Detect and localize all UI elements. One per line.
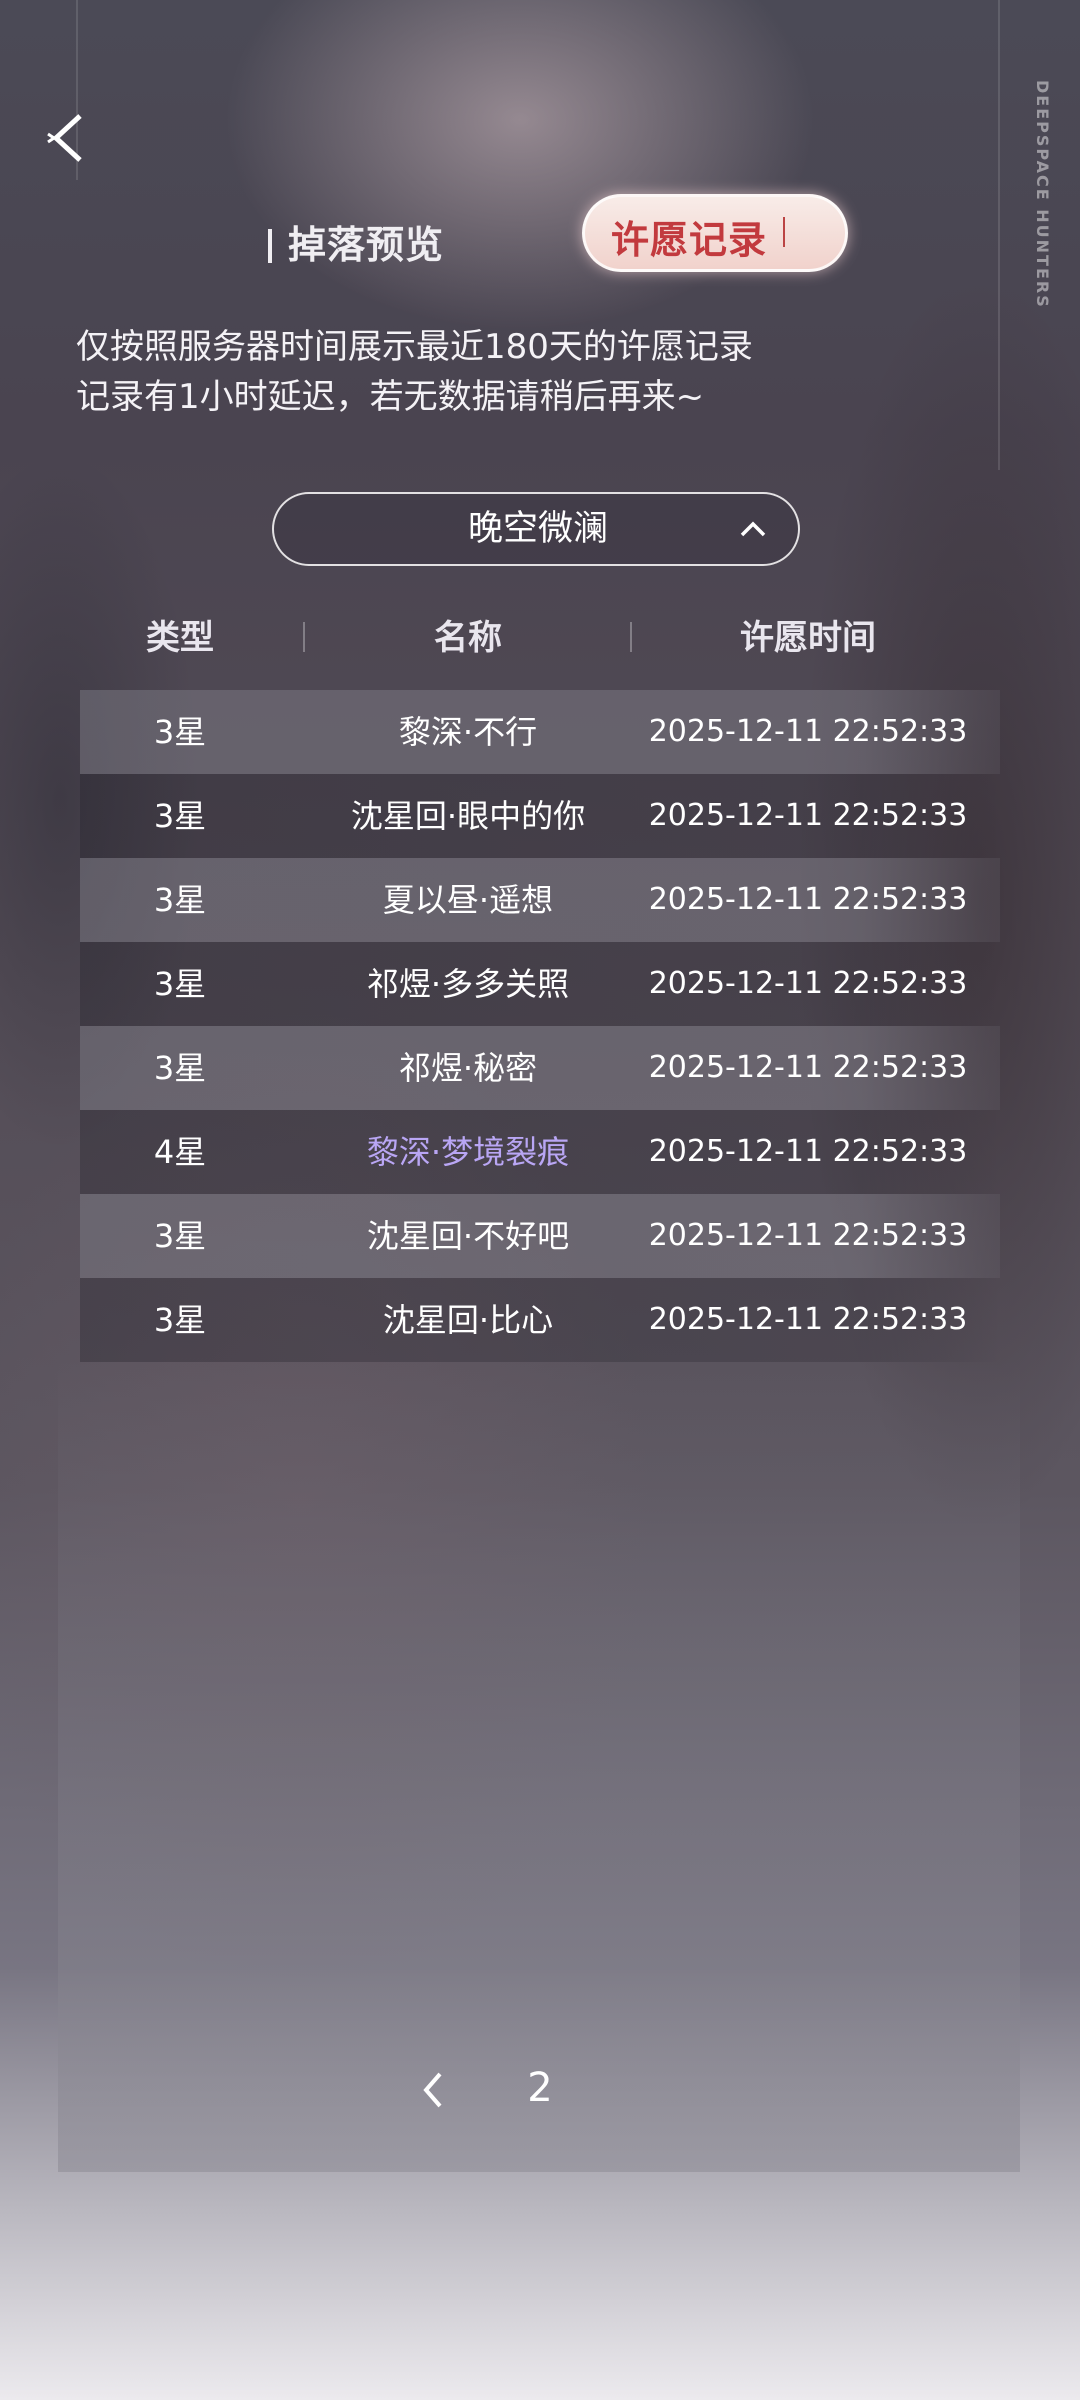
row-time: 2025-12-11 22:52:33 — [648, 1134, 968, 1169]
chevron-up-icon — [740, 521, 766, 537]
row-time: 2025-12-11 22:52:33 — [648, 714, 968, 749]
back-button[interactable] — [42, 108, 102, 168]
row-type: 3星 — [153, 797, 207, 835]
notice-line-2: 记录有1小时延迟，若无数据请稍后再来~ — [76, 377, 705, 417]
header-time: 许愿时间 — [740, 618, 876, 658]
tab-marker — [268, 228, 272, 263]
prev-page-button[interactable] — [412, 2068, 456, 2112]
pagination: 2 — [0, 2050, 1080, 2130]
tab-drop-preview-label: 掉落预览 — [288, 222, 445, 267]
header-type: 类型 — [146, 618, 214, 658]
row-time: 2025-12-11 22:52:33 — [648, 882, 968, 917]
table-row: 3星 夏以昼·遥想 2025-12-11 22:52:33 — [80, 858, 1000, 942]
header-divider — [303, 622, 305, 652]
records-table: 3星 黎深·不行 2025-12-11 22:52:33 3星 沈星回·眼中的你… — [80, 690, 1000, 1362]
back-chevron-icon — [47, 114, 82, 162]
row-time: 2025-12-11 22:52:33 — [648, 1050, 968, 1085]
tab-wish-record-label: 许愿记录 — [611, 217, 768, 262]
row-type: 3星 — [153, 1049, 207, 1087]
notice-text: 仅按照服务器时间展示最近180天的许愿记录 记录有1小时延迟，若无数据请稍后再来… — [76, 322, 976, 422]
table-row: 3星 沈星回·不好吧 2025-12-11 22:52:33 — [80, 1194, 1000, 1278]
header-name: 名称 — [434, 618, 502, 658]
row-type: 4星 — [153, 1133, 207, 1171]
row-time: 2025-12-11 22:52:33 — [648, 798, 968, 833]
tab-drop-preview[interactable]: 掉落预览 — [268, 214, 444, 267]
row-type: 3星 — [153, 881, 207, 919]
row-time: 2025-12-11 22:52:33 — [648, 1218, 968, 1253]
row-type: 3星 — [153, 1217, 207, 1255]
table-header: 类型 名称 许愿时间 — [58, 600, 1020, 676]
row-name: 沈星回·不好吧 — [366, 1217, 570, 1255]
row-time: 2025-12-11 22:52:33 — [648, 1302, 968, 1337]
row-time: 2025-12-11 22:52:33 — [648, 966, 968, 1001]
row-type: 3星 — [153, 965, 207, 1003]
pool-selector[interactable]: 晚空微澜 — [272, 492, 800, 566]
table-row: 4星 黎深·梦境裂痕 2025-12-11 22:52:33 — [80, 1110, 1000, 1194]
row-name: 沈星回·眼中的你 — [350, 797, 586, 835]
tab-decoration — [783, 217, 823, 247]
page-number: 2 — [527, 2065, 553, 2111]
table-row: 3星 沈星回·眼中的你 2025-12-11 22:52:33 — [80, 774, 1000, 858]
table-row: 3星 祁煜·秘密 2025-12-11 22:52:33 — [80, 1026, 1000, 1110]
table-row: 3星 祁煜·多多关照 2025-12-11 22:52:33 — [80, 942, 1000, 1026]
row-name: 夏以昼·遥想 — [382, 881, 554, 919]
row-type: 3星 — [153, 1301, 207, 1339]
row-name: 祁煜·秘密 — [398, 1049, 538, 1087]
pool-selector-value: 晚空微澜 — [467, 509, 608, 549]
chevron-left-icon — [423, 2072, 442, 2108]
row-name: 祁煜·多多关照 — [366, 965, 570, 1003]
header-divider — [630, 622, 632, 652]
table-row: 3星 沈星回·比心 2025-12-11 22:52:33 — [80, 1278, 1000, 1362]
notice-line-1: 仅按照服务器时间展示最近180天的许愿记录 — [76, 327, 753, 367]
tab-bar: 掉落预览 许愿记录 — [0, 190, 1080, 280]
row-name: 黎深·梦境裂痕 — [366, 1133, 570, 1171]
row-name: 黎深·不行 — [398, 713, 538, 751]
row-type: 3星 — [153, 713, 207, 751]
row-name: 沈星回·比心 — [382, 1301, 554, 1339]
tab-wish-record[interactable]: 许愿记录 — [582, 194, 848, 272]
table-row: 3星 黎深·不行 2025-12-11 22:52:33 — [80, 690, 1000, 774]
